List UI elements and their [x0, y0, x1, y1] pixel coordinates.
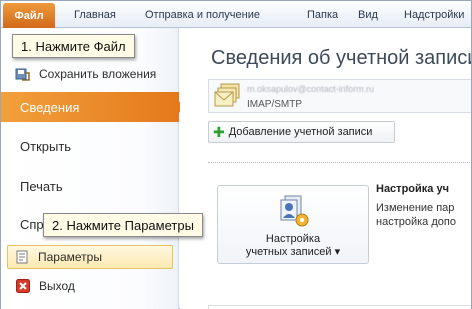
sidebar-item-label: Параметры [38, 250, 102, 264]
sidebar-item-label: Выход [39, 279, 75, 293]
callout-step-1: 1. Нажмите Файл [12, 34, 135, 58]
sidebar-item-label: Сведения [20, 99, 80, 115]
tab-folder[interactable]: Папка [307, 1, 338, 28]
tab-home[interactable]: Главная [74, 1, 116, 28]
callout-step-2: 2. Нажмите Параметры [43, 213, 203, 237]
account-email: m.oksapulov@contact-inform.ru [247, 84, 375, 94]
account-protocol: IMAP/SMTP [247, 99, 303, 110]
settings-heading: Настройка уч [376, 183, 449, 195]
sidebar-item-label: Печать [20, 178, 63, 194]
account-selector[interactable]: m.oksapulov@contact-inform.ru IMAP/SMTP [208, 79, 471, 113]
mailbox-icon [213, 82, 243, 117]
sidebar-item-label: Сохранить вложения [39, 67, 157, 81]
sidebar-item-label: Открыть [20, 138, 72, 154]
tab-addins[interactable]: Надстройки [404, 1, 464, 28]
add-account-label: Добавление учетной записи [228, 126, 373, 138]
chevron-down-icon: ▾ [334, 246, 341, 258]
save-attachments-icon [15, 66, 31, 82]
settings-description: Изменение пар настройка допо [376, 202, 456, 228]
tab-send-receive[interactable]: Отправка и получение [145, 1, 260, 28]
ribbon-tab-bar: Файл Главная Отправка и получение Папка … [1, 1, 471, 28]
backstage-sidebar: Сохранить вложения Сведения Открыть Печа… [1, 28, 179, 309]
sidebar-item-open[interactable]: Открыть [1, 134, 179, 158]
next-section-divider [208, 305, 471, 309]
sidebar-item-print[interactable]: Печать [1, 174, 179, 198]
main-panel: Сведения об учетной записи m.oksapulov@c… [180, 28, 471, 309]
account-settings-button[interactable]: Настройка учетных записей ▾ [217, 185, 369, 264]
tab-view[interactable]: Вид [358, 1, 378, 28]
exit-icon [15, 278, 31, 294]
add-account-button[interactable]: ✚ Добавление учетной записи [208, 121, 395, 143]
section-divider [208, 162, 471, 163]
sidebar-item-options[interactable]: Параметры [7, 245, 173, 269]
document-icon [14, 249, 30, 265]
page-title: Сведения об учетной записи [211, 47, 471, 69]
sidebar-item-exit[interactable]: Выход [1, 275, 179, 297]
account-settings-label: Настройка учетных записей ▾ [245, 233, 341, 258]
sidebar-item-label: Спр [20, 216, 44, 232]
account-settings-icon [275, 194, 311, 235]
sidebar-item-info[interactable]: Сведения [1, 92, 179, 122]
sidebar-item-save-attachments[interactable]: Сохранить вложения [1, 63, 179, 85]
tab-file[interactable]: Файл [3, 3, 55, 28]
plus-icon: ✚ [213, 124, 225, 140]
